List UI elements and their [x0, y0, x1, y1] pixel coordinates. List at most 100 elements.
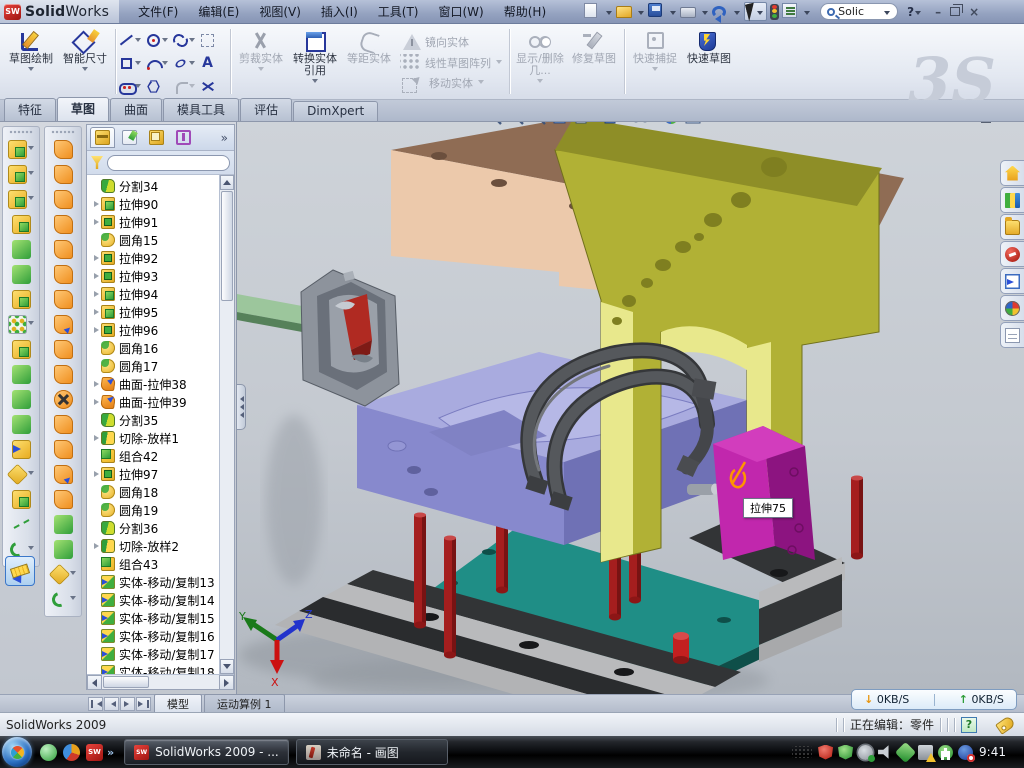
surfaces-helix-spiral-button[interactable] [45, 587, 81, 612]
expand-arrow[interactable] [91, 201, 101, 207]
ribbon-tab-曲面[interactable]: 曲面 [110, 98, 162, 121]
filter-funnel-icon[interactable] [91, 156, 103, 169]
select-button[interactable] [744, 2, 767, 21]
help-button[interactable]: ? [907, 5, 914, 19]
sketch-fillet-caret[interactable] [189, 84, 195, 91]
menu-帮助(H)[interactable]: 帮助(H) [495, 1, 555, 22]
feature-tree-item[interactable]: 圆角17 [91, 357, 219, 375]
expand-arrow[interactable] [91, 327, 101, 333]
doc-restore-button[interactable] [981, 122, 991, 123]
tab-design-library[interactable] [1000, 187, 1024, 213]
scroll-right-button[interactable] [219, 675, 234, 690]
update-gear-tray-icon[interactable] [858, 745, 873, 760]
blocker-tray-icon[interactable] [958, 745, 973, 760]
taskbar-window-paint[interactable]: 未命名 - 画图 [296, 739, 448, 765]
tab-appearances-scenes[interactable] [1000, 295, 1024, 321]
surfaces-planar-surface-button[interactable] [45, 287, 81, 312]
feature-tree-item[interactable]: 拉伸93 [91, 267, 219, 285]
start-button[interactable] [2, 737, 32, 767]
point-icon[interactable] [200, 79, 215, 94]
features-linear-pattern-button[interactable] [3, 312, 39, 337]
smart-dimension-caret[interactable] [82, 67, 88, 74]
volume-tray-icon[interactable] [878, 745, 893, 760]
feature-tree-item[interactable]: 拉伸91 [91, 213, 219, 231]
feature-tree-item[interactable]: 实体-移动/复制18 [91, 663, 219, 674]
menu-窗口(W)[interactable]: 窗口(W) [430, 1, 493, 22]
slot-icon[interactable] [119, 79, 134, 94]
revolve-boss-caret[interactable] [28, 171, 34, 178]
feature-tree-item[interactable]: 圆角19 [91, 501, 219, 519]
features-fillet-button[interactable] [3, 187, 39, 212]
feature-tree-item[interactable]: 圆角18 [91, 483, 219, 501]
expand-arrow[interactable] [91, 381, 101, 387]
feature-tree-item[interactable]: 拉伸94 [91, 285, 219, 303]
expand-arrow[interactable] [91, 219, 101, 225]
lasso-icon[interactable] [200, 33, 215, 48]
sync-diamond-tray-icon[interactable] [895, 741, 916, 762]
search-input[interactable] [838, 5, 880, 18]
feature-tree-item[interactable]: 圆角16 [91, 339, 219, 357]
features-rib-button[interactable] [3, 337, 39, 362]
ellipse-caret[interactable] [189, 61, 195, 68]
ribbon-tab-草图[interactable]: 草图 [57, 97, 109, 121]
display-delete-caret[interactable] [537, 79, 543, 86]
tag-icon[interactable] [995, 715, 1016, 735]
offset-entities-button[interactable]: 等距实体 [342, 27, 396, 96]
move-entities-caret[interactable] [478, 80, 484, 87]
security-shield-tray-icon[interactable] [838, 745, 853, 760]
menu-插入(I)[interactable]: 插入(I) [312, 1, 367, 22]
close-button[interactable]: × [969, 6, 979, 18]
spiral-curve-caret[interactable] [28, 546, 34, 553]
surfaces-ruled-surface-button[interactable] [45, 462, 81, 487]
tree-horizontal-scrollbar[interactable] [87, 674, 234, 689]
select-caret[interactable] [757, 11, 763, 18]
expand-arrow[interactable] [91, 309, 101, 315]
toolbar-grip[interactable] [51, 130, 75, 134]
move-entities-button[interactable]: 移动实体 [400, 74, 502, 91]
surfaces-extruded-surface-button[interactable] [45, 187, 81, 212]
feature-tree-item[interactable]: 实体-移动/复制16 [91, 627, 219, 645]
sketch-fillet-icon[interactable] [173, 79, 188, 94]
tab-dimxpertmanager[interactable] [171, 127, 196, 148]
tab-custom-properties[interactable] [1000, 322, 1024, 348]
next-tab-button[interactable] [120, 697, 135, 711]
options-list-icon[interactable] [782, 3, 797, 18]
print-icon[interactable] [680, 7, 696, 18]
first-tab-button[interactable] [88, 697, 103, 711]
tab-file-explorer[interactable] [1000, 214, 1024, 240]
feature-tree-item[interactable]: 实体-移动/复制13 [91, 573, 219, 591]
features-delete-body-button[interactable] [3, 462, 39, 487]
surfaces-thicken-button[interactable] [45, 512, 81, 537]
edit-appearance-icon[interactable] [662, 122, 680, 126]
search-box[interactable] [820, 3, 898, 20]
quick-tips-help-icon[interactable]: ? [961, 717, 977, 733]
feature-tree-item[interactable]: 切除-放样2 [91, 537, 219, 555]
surfaces-delete-face-button[interactable] [45, 387, 81, 412]
arc-icon[interactable] [146, 56, 161, 71]
surfaces-knit-surface-button[interactable] [45, 337, 81, 362]
helix-spiral-caret[interactable] [70, 596, 76, 603]
minimize-button[interactable]: – [935, 6, 941, 18]
apply-scene-icon[interactable] [684, 122, 709, 126]
menu-工具(T)[interactable]: 工具(T) [369, 1, 428, 22]
horizontal-scroll-thumb[interactable] [103, 676, 149, 688]
smart-dimension-button[interactable]: 智能尺寸 [58, 27, 112, 96]
expand-arrow[interactable] [91, 435, 101, 441]
rebuild-traffic-light-icon[interactable] [770, 4, 779, 20]
surfaces-filled-surface-button[interactable] [45, 262, 81, 287]
scroll-up-button[interactable] [220, 175, 234, 190]
line-caret[interactable] [135, 38, 141, 45]
feature-tree-item[interactable]: 实体-移动/复制17 [91, 645, 219, 663]
tab-motion-study[interactable]: 运动算例 1 [204, 694, 285, 714]
open-file-caret[interactable] [638, 11, 644, 18]
quick-snaps-caret[interactable] [652, 67, 658, 74]
restore-button[interactable] [950, 7, 960, 16]
circle-icon[interactable] [146, 33, 161, 48]
options-caret[interactable] [804, 11, 810, 18]
menu-文件(F)[interactable]: 文件(F) [129, 1, 187, 22]
expand-arrow[interactable] [91, 273, 101, 279]
boss-extrude-caret[interactable] [28, 146, 34, 153]
print-caret[interactable] [702, 11, 708, 18]
save-icon[interactable] [648, 3, 662, 17]
tree-vertical-scrollbar[interactable] [219, 175, 234, 674]
